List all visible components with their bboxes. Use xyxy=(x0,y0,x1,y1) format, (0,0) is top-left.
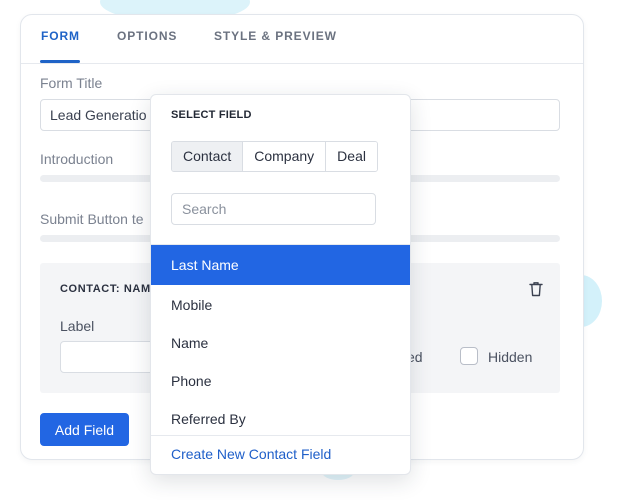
tab-form[interactable]: FORM xyxy=(41,29,80,43)
create-new-contact-field-link[interactable]: Create New Contact Field xyxy=(151,435,410,474)
list-item[interactable]: Referred By xyxy=(151,399,410,437)
stage: FORM OPTIONS STYLE & PREVIEW Form Title … xyxy=(0,0,620,500)
hidden-option-label: Hidden xyxy=(488,349,533,365)
segment-company[interactable]: Company xyxy=(243,142,327,171)
tab-options[interactable]: OPTIONS xyxy=(117,29,177,43)
field-search-input[interactable] xyxy=(171,193,376,225)
hidden-checkbox[interactable] xyxy=(460,347,478,365)
list-item[interactable]: Mobile xyxy=(151,285,410,323)
segment-deal[interactable]: Deal xyxy=(326,142,377,171)
popover-title: SELECT FIELD xyxy=(171,109,252,121)
list-item[interactable]: Phone xyxy=(151,361,410,399)
introduction-label: Introduction xyxy=(40,151,114,167)
tab-style-preview[interactable]: STYLE & PREVIEW xyxy=(214,29,337,43)
list-item[interactable]: Name xyxy=(151,323,410,361)
list-item[interactable]: Last Name xyxy=(151,245,410,285)
label-field-label: Label xyxy=(60,318,95,334)
segment-contact[interactable]: Contact xyxy=(172,142,244,171)
tab-bar: FORM OPTIONS STYLE & PREVIEW xyxy=(21,15,583,64)
object-type-segmented-control: Contact Company Deal xyxy=(171,141,378,172)
add-field-button[interactable]: Add Field xyxy=(40,413,129,446)
form-title-label: Form Title xyxy=(40,75,103,91)
field-section-title: CONTACT: NAM xyxy=(60,283,151,295)
trash-icon[interactable] xyxy=(529,281,543,297)
active-tab-indicator xyxy=(40,60,80,63)
submit-button-text-label: Submit Button te xyxy=(40,211,144,227)
field-list: Last Name Mobile Name Phone Referred By xyxy=(151,244,410,437)
select-field-popover: SELECT FIELD Contact Company Deal Last N… xyxy=(150,94,411,475)
